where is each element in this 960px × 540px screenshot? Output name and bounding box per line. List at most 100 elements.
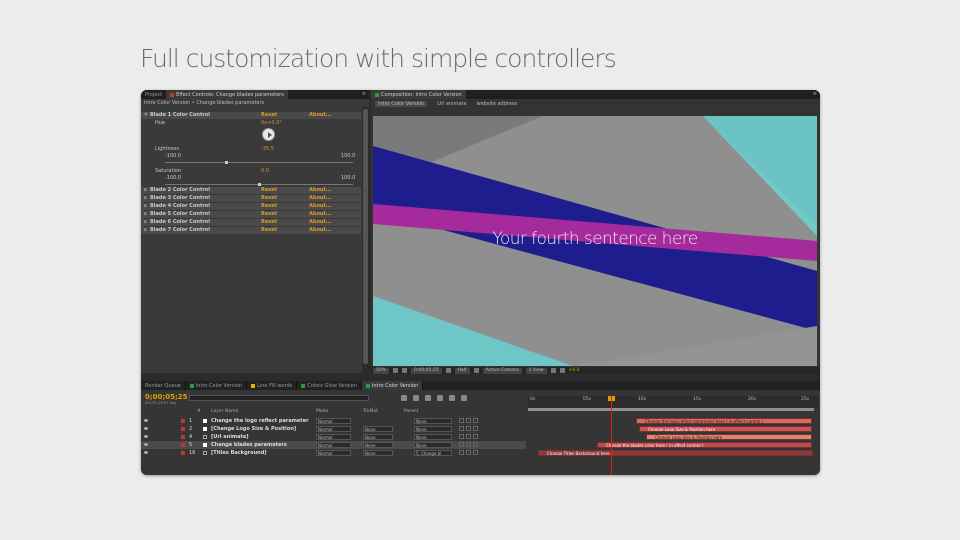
visibility-eye-icon[interactable] (144, 435, 148, 438)
expand-triangle-icon[interactable]: ▶ (144, 211, 148, 218)
graph-editor-icon[interactable] (461, 395, 467, 401)
switch-box[interactable] (466, 442, 471, 447)
parent-dropdown[interactable]: None (414, 442, 452, 448)
comp-subtab-url[interactable]: Url animate (437, 101, 466, 107)
effect-row-blade-1[interactable]: ▼ Blade 1 Color Control Reset About... (141, 112, 361, 119)
tab-intro-color-active[interactable]: Intro Color Version (361, 381, 424, 390)
layer-label-color[interactable] (181, 419, 185, 423)
about-link[interactable]: About... (309, 227, 332, 234)
parent-dropdown[interactable]: None (414, 418, 452, 424)
expand-triangle-icon[interactable]: ▶ (144, 187, 148, 194)
about-link[interactable]: About... (309, 211, 332, 218)
effect-row-blade-7[interactable]: ▶ Blade 7 Color Control Reset About... (141, 227, 361, 234)
draft-3d-icon[interactable] (413, 395, 419, 401)
layer-label-color[interactable] (181, 427, 185, 431)
layer-row[interactable]: 16 [Titles Background] Normal None 5. Ch… (141, 449, 526, 457)
about-link[interactable]: About... (309, 195, 332, 202)
scrollbar-thumb[interactable] (363, 109, 368, 364)
about-link[interactable]: About... (309, 219, 332, 226)
layer-name[interactable]: [Change Logo Size & Position] (211, 425, 296, 433)
layer-name[interactable]: Change the logo reflect parameter (211, 417, 309, 425)
comp-subtab-intro[interactable]: Intro Color Version (375, 100, 428, 107)
comp-mini-flowchart-icon[interactable] (401, 395, 407, 401)
camera-dropdown[interactable]: Active Camera (482, 367, 522, 374)
frame-blending-icon[interactable] (437, 395, 443, 401)
switch-box[interactable] (473, 442, 478, 447)
layer-label-color[interactable] (181, 435, 185, 439)
switch-box[interactable] (466, 450, 471, 455)
expand-triangle-icon[interactable]: ▶ (144, 219, 148, 226)
visibility-eye-icon[interactable] (144, 443, 148, 446)
mode-dropdown[interactable]: Normal (316, 450, 351, 456)
tab-intro-color[interactable]: Intro Color Version (186, 381, 248, 390)
parent-dropdown[interactable]: None (414, 434, 452, 440)
trkmat-dropdown[interactable]: None (363, 442, 393, 448)
tab-project[interactable]: Project (141, 90, 166, 99)
parent-dropdown[interactable]: 5. Change bl (414, 450, 452, 456)
expand-triangle-icon[interactable]: ▶ (144, 227, 148, 234)
trkmat-dropdown[interactable]: None (363, 450, 393, 456)
reset-link[interactable]: Reset (261, 112, 277, 119)
effect-row-blade-2[interactable]: ▶ Blade 2 Color Control Reset About... (141, 187, 361, 194)
composition-viewer[interactable]: Your fourth sentence here (373, 116, 817, 366)
timeline-timecode[interactable]: 0;00;05;25 (145, 393, 188, 401)
layer-bar[interactable]: Change Logo Size & Position here (646, 434, 812, 440)
channel-icon[interactable] (559, 368, 565, 373)
reset-link[interactable]: Reset (261, 195, 277, 202)
layer-switches[interactable] (459, 426, 499, 432)
zoom-dropdown[interactable]: 50% (373, 367, 390, 374)
switch-box[interactable] (459, 418, 464, 423)
panel-menu-icon[interactable]: ≡ (362, 91, 366, 97)
switch-box[interactable] (459, 442, 464, 447)
trkmat-dropdown[interactable]: None (363, 426, 393, 432)
switch-box[interactable] (459, 450, 464, 455)
layer-switches[interactable] (459, 418, 499, 424)
layer-row[interactable]: 1 Change the logo reflect parameter Norm… (141, 417, 526, 425)
lightness-slider-knob[interactable] (225, 161, 228, 164)
grid-icon[interactable] (393, 368, 399, 373)
comp-subtab-website[interactable]: website address (477, 101, 518, 107)
visibility-eye-icon[interactable] (144, 451, 148, 454)
reset-link[interactable]: Reset (261, 227, 277, 234)
tab-render-queue[interactable]: Render Queue (141, 381, 186, 390)
layer-name[interactable]: Change blades parameters (211, 441, 287, 449)
mode-dropdown[interactable]: Normal (316, 442, 351, 448)
collapse-triangle-icon[interactable]: ▼ (144, 112, 148, 119)
hue-dial[interactable] (262, 128, 275, 141)
reset-link[interactable]: Reset (261, 211, 277, 218)
mode-dropdown[interactable]: Normal (316, 426, 351, 432)
snapshot-icon[interactable] (402, 368, 408, 373)
saturation-value[interactable]: 0.0 (261, 168, 269, 175)
effect-row-blade-4[interactable]: ▶ Blade 4 Color Control Reset About... (141, 203, 361, 210)
layer-row[interactable]: 2 [Change Logo Size & Position] Normal N… (141, 425, 526, 433)
tab-composition[interactable]: Composition: Intro Color Version (371, 90, 466, 99)
layer-label-color[interactable] (181, 443, 185, 447)
layer-bar[interactable]: Change the logo reflect parameter here (… (636, 418, 812, 424)
saturation-slider-knob[interactable] (258, 183, 261, 186)
layer-switches[interactable] (459, 442, 499, 448)
work-area-bar[interactable] (528, 408, 814, 411)
layer-row[interactable]: 4 [Url animate] Normal None None (141, 433, 526, 441)
trkmat-dropdown[interactable]: None (363, 434, 393, 440)
fast-preview-icon[interactable] (550, 368, 556, 373)
switch-box[interactable] (466, 426, 471, 431)
layer-bar[interactable]: Change Titles Background here (538, 450, 813, 456)
tab-colors-glow[interactable]: Colors Glow Version (297, 381, 362, 390)
switch-box[interactable] (466, 418, 471, 423)
switch-box[interactable] (459, 434, 464, 439)
lightness-value[interactable]: -35.5 (261, 146, 274, 153)
effect-row-blade-6[interactable]: ▶ Blade 6 Color Control Reset About... (141, 219, 361, 226)
col-layer-name[interactable]: Layer Name (211, 408, 238, 415)
switch-box[interactable] (473, 418, 478, 423)
region-icon[interactable] (473, 368, 479, 373)
parent-dropdown[interactable]: None (414, 426, 452, 432)
expand-triangle-icon[interactable]: ▶ (144, 203, 148, 210)
layer-switches[interactable] (459, 434, 499, 440)
reset-link[interactable]: Reset (261, 219, 277, 226)
view-dropdown[interactable]: 1 View (525, 367, 547, 374)
effect-panel-scrollbar[interactable] (362, 107, 369, 373)
panel-menu-icon[interactable]: ≡ (813, 91, 817, 97)
switch-box[interactable] (459, 426, 464, 431)
mode-dropdown[interactable]: Normal (316, 434, 351, 440)
motion-blur-icon[interactable] (449, 395, 455, 401)
